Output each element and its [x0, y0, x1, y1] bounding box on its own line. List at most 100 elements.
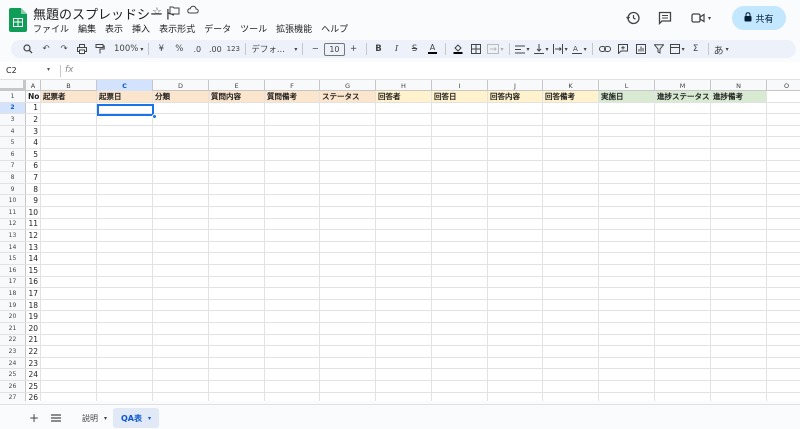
menu-edit[interactable]: 編集 — [78, 22, 96, 35]
cell[interactable] — [265, 160, 320, 172]
cell[interactable] — [376, 288, 432, 299]
cell[interactable] — [655, 114, 711, 125]
cell[interactable] — [265, 218, 320, 230]
cell[interactable] — [488, 102, 543, 114]
cell[interactable] — [153, 207, 209, 218]
cell[interactable] — [41, 346, 97, 357]
cell[interactable] — [655, 276, 711, 288]
cell[interactable]: 4 — [26, 137, 41, 148]
cell[interactable] — [209, 149, 265, 160]
cell[interactable] — [41, 102, 97, 114]
header-cell-j[interactable]: 回答内容 — [488, 91, 543, 102]
cell[interactable] — [543, 230, 599, 241]
cell[interactable] — [543, 183, 599, 195]
cell[interactable] — [543, 102, 599, 114]
cell[interactable] — [41, 276, 97, 288]
cell[interactable] — [599, 392, 655, 401]
cell[interactable] — [320, 114, 376, 125]
cell[interactable] — [711, 265, 767, 276]
cloud-status-icon[interactable] — [187, 5, 199, 18]
cell[interactable]: 25 — [26, 381, 41, 392]
borders-icon[interactable] — [469, 41, 483, 57]
cell[interactable] — [655, 125, 711, 137]
cell[interactable] — [97, 114, 153, 125]
cell[interactable] — [432, 334, 488, 346]
cell[interactable] — [265, 241, 320, 253]
row-header[interactable]: 18 — [0, 288, 26, 299]
header-cell-l[interactable]: 実施日 — [599, 91, 655, 102]
cell[interactable] — [376, 346, 432, 357]
cell[interactable] — [711, 149, 767, 160]
cell[interactable] — [265, 392, 320, 401]
cell[interactable] — [543, 346, 599, 357]
cell[interactable] — [209, 183, 265, 195]
cell[interactable] — [209, 172, 265, 183]
cell[interactable] — [655, 149, 711, 160]
cell[interactable] — [488, 114, 543, 125]
menu-file[interactable]: ファイル — [33, 22, 69, 35]
header-cell-c[interactable]: 起票日 — [97, 91, 153, 102]
cell[interactable] — [599, 102, 655, 114]
header-cell-a[interactable]: No — [26, 91, 41, 102]
cell[interactable] — [432, 299, 488, 311]
cell[interactable] — [41, 183, 97, 195]
header-cell-g[interactable]: ステータス — [320, 91, 376, 102]
menu-help[interactable]: ヘルプ — [321, 22, 348, 35]
text-color-icon[interactable]: A — [426, 41, 440, 57]
row-header[interactable]: 6 — [0, 149, 26, 160]
cell[interactable] — [209, 207, 265, 218]
cell[interactable] — [488, 253, 543, 264]
select-all-corner[interactable] — [0, 80, 26, 91]
cell[interactable] — [432, 149, 488, 160]
cell[interactable] — [543, 218, 599, 230]
cell[interactable] — [153, 253, 209, 264]
row-header[interactable]: 12 — [0, 218, 26, 230]
cell[interactable] — [320, 160, 376, 172]
add-sheet-icon[interactable]: + — [26, 410, 42, 426]
cell[interactable] — [320, 183, 376, 195]
insert-comment-icon[interactable] — [616, 41, 630, 57]
menu-view[interactable]: 表示 — [105, 22, 123, 35]
cell[interactable] — [711, 172, 767, 183]
cell[interactable] — [767, 311, 800, 322]
cell[interactable] — [432, 114, 488, 125]
cell[interactable] — [655, 183, 711, 195]
cell[interactable] — [320, 311, 376, 322]
cell[interactable] — [711, 207, 767, 218]
cell[interactable] — [320, 381, 376, 392]
cell[interactable] — [543, 265, 599, 276]
cell[interactable] — [432, 195, 488, 206]
font-family-select[interactable]: デフォ... ▾ — [251, 41, 297, 57]
cell[interactable]: 26 — [26, 392, 41, 401]
fill-color-icon[interactable] — [451, 41, 465, 57]
cell[interactable] — [432, 253, 488, 264]
paint-format-icon[interactable] — [93, 41, 107, 57]
cell[interactable] — [767, 369, 800, 380]
cell[interactable]: 15 — [26, 265, 41, 276]
text-rotation-icon[interactable]: A ▾ — [571, 41, 587, 57]
chevron-down-icon[interactable]: ▾ — [104, 415, 107, 422]
cell[interactable] — [153, 172, 209, 183]
cell[interactable] — [488, 276, 543, 288]
cell[interactable] — [655, 253, 711, 264]
cell[interactable] — [543, 125, 599, 137]
menu-tools[interactable]: ツール — [240, 22, 267, 35]
cell[interactable] — [97, 230, 153, 241]
cell[interactable] — [655, 311, 711, 322]
cell[interactable] — [543, 323, 599, 334]
cell[interactable] — [320, 392, 376, 401]
cell[interactable] — [488, 346, 543, 357]
cell[interactable] — [320, 172, 376, 183]
cell[interactable] — [767, 195, 800, 206]
cell[interactable] — [153, 230, 209, 241]
row-header[interactable]: 10 — [0, 195, 26, 206]
percent-format-button[interactable]: % — [172, 41, 186, 57]
cell[interactable] — [209, 288, 265, 299]
strikethrough-icon[interactable]: S — [408, 41, 422, 57]
cell[interactable] — [376, 276, 432, 288]
cell[interactable] — [265, 195, 320, 206]
cell[interactable] — [265, 172, 320, 183]
row-header[interactable]: 7 — [0, 160, 26, 172]
cell[interactable] — [488, 195, 543, 206]
cell[interactable] — [711, 381, 767, 392]
